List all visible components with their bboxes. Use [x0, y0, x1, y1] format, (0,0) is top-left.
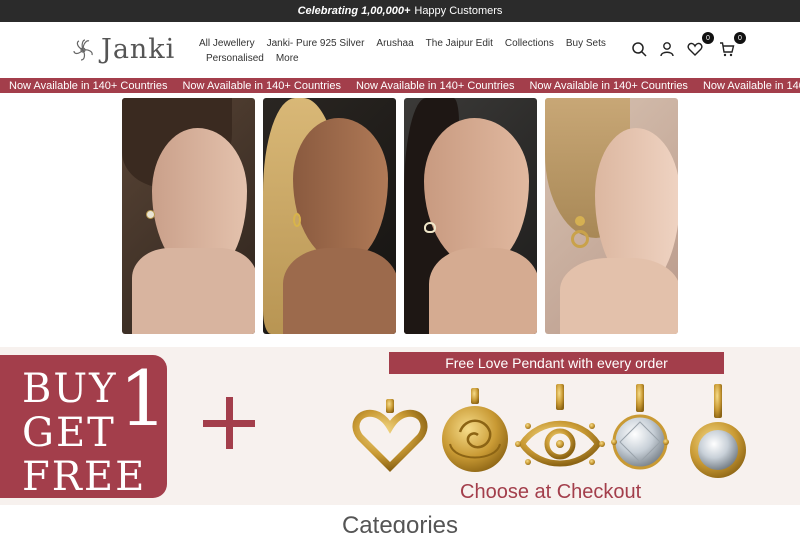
countries-marquee: Now Available in 140+ Countries Now Avai…: [0, 78, 800, 93]
brand-logo[interactable]: Janki: [70, 34, 175, 65]
marquee-item: Now Available in 140+ Countries: [355, 79, 515, 92]
nav-collections[interactable]: Collections: [505, 36, 554, 51]
announcement-text: Happy Customers: [414, 5, 503, 17]
eye-pendant-icon: [515, 384, 605, 467]
free-pendant-label: Free Love Pendant with every order: [389, 352, 724, 374]
bezel-pendant-icon: [690, 384, 746, 478]
nav-buy-sets[interactable]: Buy Sets: [566, 36, 606, 51]
search-icon: [632, 42, 647, 57]
nav-janki-silver[interactable]: Janki- Pure 925 Silver: [267, 36, 365, 51]
announcement-bar: Celebrating 1,00,000+ Happy Customers: [0, 0, 800, 22]
product-image-heart-earring[interactable]: [404, 98, 537, 334]
promo-banner[interactable]: BUY 1 GET FREE Free Love Pendant with ev…: [0, 347, 800, 505]
product-image-drop-earring[interactable]: [545, 98, 678, 334]
categories-heading: Categories: [341, 512, 459, 533]
pendant-lineup: [352, 384, 746, 478]
nav-more[interactable]: More: [276, 51, 299, 66]
marquee-item: Now Available in 140+ Countries: [9, 79, 168, 92]
promo-free-text: FREE: [22, 454, 147, 500]
product-gallery: [122, 98, 678, 334]
main-nav: All Jewellery Janki- Pure 925 Silver Aru…: [199, 36, 606, 66]
choose-at-checkout-text: Choose at Checkout: [460, 481, 642, 503]
promo-one-text: 1: [119, 354, 168, 443]
nav-all-jewellery[interactable]: All Jewellery: [199, 36, 255, 51]
plus-icon: [203, 397, 255, 449]
search-button[interactable]: [630, 40, 648, 58]
nav-arushaa[interactable]: Arushaa: [376, 36, 413, 51]
nav-jaipur-edit[interactable]: The Jaipur Edit: [426, 36, 493, 51]
logo-flower-icon: [73, 38, 93, 61]
product-image-stud-earring[interactable]: [122, 98, 255, 334]
site-header: Janki All Jewellery Janki- Pure 925 Silv…: [0, 22, 800, 78]
rose-pendant-icon: [442, 388, 508, 472]
promo-buy-text: BUY: [22, 366, 118, 412]
wishlist-button[interactable]: 0: [686, 32, 714, 58]
solitaire-pendant-icon: [611, 384, 669, 470]
header-icons: 0 0: [630, 32, 746, 58]
heart-pendant-icon: [352, 399, 428, 472]
wishlist-icon: [687, 42, 703, 56]
nav-personalised[interactable]: Personalised: [206, 51, 264, 66]
marquee-item: Now Available in 140+ Countries: [182, 79, 341, 92]
announcement-strong: Celebrating 1,00,000+: [297, 5, 411, 17]
marquee-item: Now Available in 140+ Countries: [702, 79, 800, 92]
cart-icon: [720, 42, 735, 57]
wishlist-count-badge: 0: [702, 32, 714, 44]
marquee-item: Now Available in 140+ Countries: [529, 79, 688, 92]
buy-one-get-one-box: BUY 1 GET FREE: [0, 355, 167, 498]
account-button[interactable]: [658, 40, 676, 58]
product-image-hoop-earring[interactable]: [263, 98, 396, 334]
account-icon: [660, 42, 674, 57]
cart-count-badge: 0: [734, 32, 746, 44]
cart-button[interactable]: 0: [718, 32, 746, 58]
logo-text: Janki: [101, 34, 176, 65]
promo-get-text: GET: [22, 410, 116, 456]
